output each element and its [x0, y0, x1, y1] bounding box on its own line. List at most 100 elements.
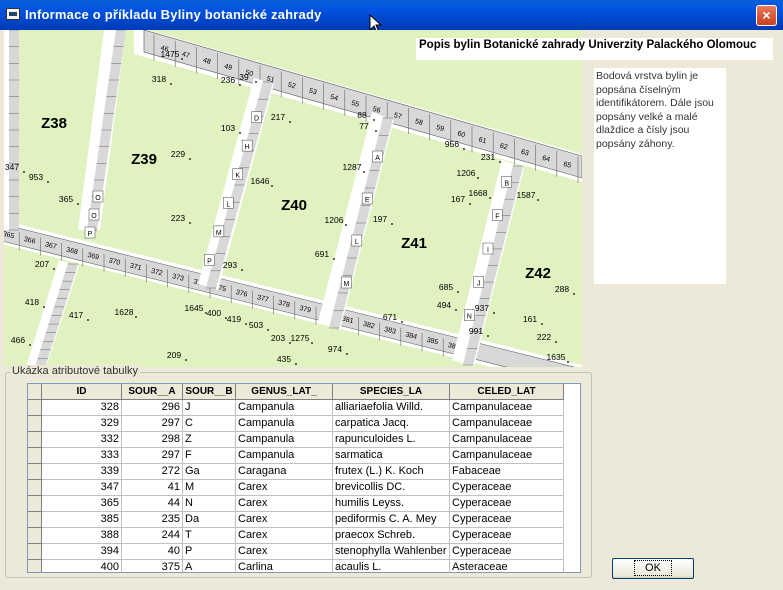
table-cell[interactable]: F: [183, 448, 236, 464]
table-cell[interactable]: Campanulaceae: [450, 432, 564, 448]
column-header[interactable]: CELED_LAT: [450, 384, 564, 400]
row-selector[interactable]: [28, 512, 42, 528]
table-cell[interactable]: M: [183, 480, 236, 496]
table-cell[interactable]: Cyperaceae: [450, 496, 564, 512]
table-row[interactable]: 329 297 C Campanula carpatica Jacq. Campanula…: [28, 416, 580, 432]
table-cell[interactable]: 41: [122, 480, 183, 496]
table-cell[interactable]: Carex: [236, 528, 333, 544]
table-cell[interactable]: brevicollis DC.: [333, 480, 450, 496]
table-cell[interactable]: Campanula: [236, 400, 333, 416]
table-cell[interactable]: Cyperaceae: [450, 528, 564, 544]
table-cell[interactable]: 297: [122, 448, 183, 464]
table-cell[interactable]: 244: [122, 528, 183, 544]
table-row[interactable]: 333 297 F Campanula sarmatica Campanulaceae: [28, 448, 580, 464]
garden-map[interactable]: 46 47 48 49 50 51 52 53 54 55 56 57 58 59 60 61 62 63 64 65…: [4, 30, 582, 367]
table-cell[interactable]: rapunculoides L.: [333, 432, 450, 448]
table-cell[interactable]: 333: [42, 448, 122, 464]
table-row[interactable]: 339 272 Ga Caragana frutex (L.) K. Koch Fabac…: [28, 464, 580, 480]
table-cell[interactable]: Ga: [183, 464, 236, 480]
table-cell[interactable]: stenophylla Wahlenber: [333, 544, 450, 560]
table-cell[interactable]: A: [183, 560, 236, 572]
table-row[interactable]: 388 244 T Carex praecox Schreb. Cyperaceae: [28, 528, 580, 544]
table-row[interactable]: 347 41 M Carex brevicollis DC. Cyperaceae: [28, 480, 580, 496]
table-cell[interactable]: 44: [122, 496, 183, 512]
table-cell[interactable]: T: [183, 528, 236, 544]
table-cell[interactable]: 394: [42, 544, 122, 560]
table-cell[interactable]: humilis Leyss.: [333, 496, 450, 512]
table-cell[interactable]: 339: [42, 464, 122, 480]
table-cell[interactable]: 40: [122, 544, 183, 560]
table-cell[interactable]: Campanulaceae: [450, 448, 564, 464]
row-selector[interactable]: [28, 560, 42, 572]
table-cell[interactable]: Campanula: [236, 416, 333, 432]
table-cell[interactable]: 385: [42, 512, 122, 528]
header-corner[interactable]: [28, 384, 42, 400]
column-header[interactable]: SOUR__A: [122, 384, 183, 400]
table-cell[interactable]: alliariaefolia Willd.: [333, 400, 450, 416]
table-cell[interactable]: Carex: [236, 544, 333, 560]
table-cell[interactable]: Campanula: [236, 448, 333, 464]
table-cell[interactable]: Caragana: [236, 464, 333, 480]
table-cell[interactable]: 298: [122, 432, 183, 448]
row-selector[interactable]: [28, 528, 42, 544]
row-selector[interactable]: [28, 448, 42, 464]
table-row[interactable]: 394 40 P Carex stenophylla Wahlenber Cyperace…: [28, 544, 580, 560]
table-cell[interactable]: 375: [122, 560, 183, 572]
table-cell[interactable]: Asteraceae: [450, 560, 564, 572]
table-cell[interactable]: 329: [42, 416, 122, 432]
table-row[interactable]: 385 235 Da Carex pediformis C. A. Mey Cyperac…: [28, 512, 580, 528]
table-cell[interactable]: 332: [42, 432, 122, 448]
table-cell[interactable]: Da: [183, 512, 236, 528]
column-header[interactable]: SOUR__B: [183, 384, 236, 400]
table-row[interactable]: 365 44 N Carex humilis Leyss. Cyperaceae: [28, 496, 580, 512]
table-cell[interactable]: N: [183, 496, 236, 512]
row-selector[interactable]: [28, 400, 42, 416]
table-cell[interactable]: Fabaceae: [450, 464, 564, 480]
table-cell[interactable]: 388: [42, 528, 122, 544]
table-cell[interactable]: 328: [42, 400, 122, 416]
table-cell[interactable]: Carlina: [236, 560, 333, 572]
table-row[interactable]: 332 298 Z Campanula rapunculoides L. Campanul…: [28, 432, 580, 448]
row-selector[interactable]: [28, 496, 42, 512]
table-cell[interactable]: Campanulaceae: [450, 400, 564, 416]
table-cell[interactable]: Campanulaceae: [450, 416, 564, 432]
table-cell[interactable]: P: [183, 544, 236, 560]
row-selector[interactable]: [28, 432, 42, 448]
table-cell[interactable]: Carex: [236, 496, 333, 512]
table-cell[interactable]: acaulis L.: [333, 560, 450, 572]
row-selector[interactable]: [28, 464, 42, 480]
table-cell[interactable]: Cyperaceae: [450, 512, 564, 528]
table-cell[interactable]: Z: [183, 432, 236, 448]
table-cell[interactable]: 296: [122, 400, 183, 416]
column-header[interactable]: SPECIES_LA: [333, 384, 450, 400]
row-selector[interactable]: [28, 416, 42, 432]
table-cell[interactable]: Carex: [236, 480, 333, 496]
table-cell[interactable]: 400: [42, 560, 122, 572]
attribute-table[interactable]: ID SOUR__A SOUR__B GENUS_LAT_ SPECIES_LA CELE…: [27, 383, 581, 573]
row-selector[interactable]: [28, 480, 42, 496]
row-selector[interactable]: [28, 544, 42, 560]
column-header[interactable]: ID: [42, 384, 122, 400]
close-button[interactable]: ×: [756, 5, 777, 26]
ok-button[interactable]: OK: [612, 558, 694, 579]
table-cell[interactable]: J: [183, 400, 236, 416]
table-cell[interactable]: praecox Schreb.: [333, 528, 450, 544]
table-cell[interactable]: Carex: [236, 512, 333, 528]
table-cell[interactable]: pediformis C. A. Mey: [333, 512, 450, 528]
title-bar[interactable]: Informace o příkladu Byliny botanické za…: [0, 0, 783, 30]
table-row[interactable]: 400 375 A Carlina acaulis L. Asteraceae: [28, 560, 580, 572]
table-cell[interactable]: 347: [42, 480, 122, 496]
table-cell[interactable]: carpatica Jacq.: [333, 416, 450, 432]
table-row[interactable]: 328 296 J Campanula alliariaefolia Willd. Cam…: [28, 400, 580, 416]
table-cell[interactable]: Cyperaceae: [450, 480, 564, 496]
table-cell[interactable]: 365: [42, 496, 122, 512]
table-cell[interactable]: 297: [122, 416, 183, 432]
table-cell[interactable]: frutex (L.) K. Koch: [333, 464, 450, 480]
table-cell[interactable]: C: [183, 416, 236, 432]
table-cell[interactable]: 272: [122, 464, 183, 480]
table-cell[interactable]: Cyperaceae: [450, 544, 564, 560]
table-cell[interactable]: sarmatica: [333, 448, 450, 464]
table-cell[interactable]: 235: [122, 512, 183, 528]
table-cell[interactable]: Campanula: [236, 432, 333, 448]
column-header[interactable]: GENUS_LAT_: [236, 384, 333, 400]
